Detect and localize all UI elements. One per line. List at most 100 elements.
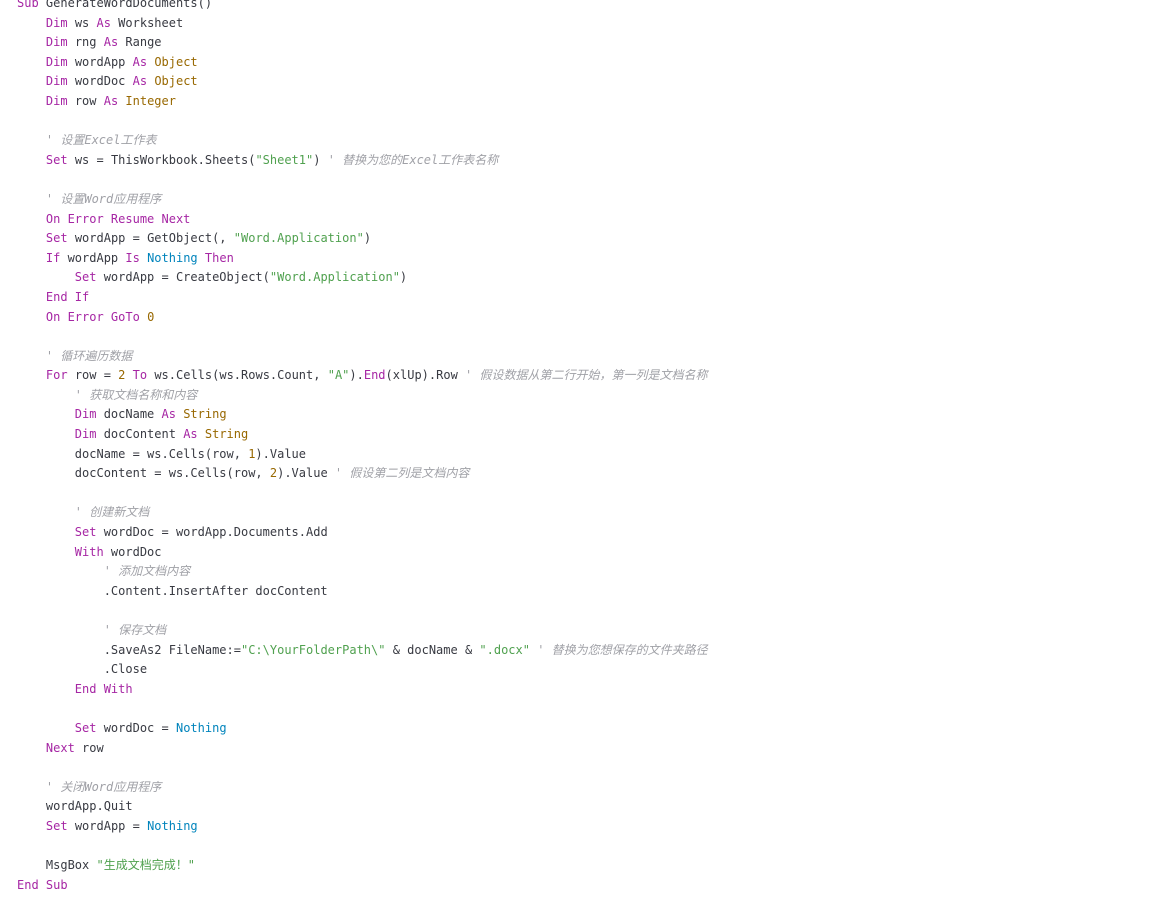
code-line: ' 添加文档内容 — [17, 562, 1166, 582]
code-token-keyword: Set — [45, 818, 68, 833]
code-line: Dim docContent As String — [17, 425, 1166, 445]
code-line: ​ — [17, 170, 1166, 190]
code-token-plain: GenerateWordDocuments() — [38, 0, 213, 10]
code-token-string: "C:\YourFolderPath\" — [240, 642, 386, 657]
code-line: .Content.InsertAfter docContent — [17, 582, 1166, 602]
code-line: If wordApp Is Nothing Then — [17, 249, 1166, 269]
code-line: For row = 2 To ws.Cells(ws.Rows.Count, "… — [17, 366, 1166, 386]
code-line: End With — [17, 680, 1166, 700]
code-token-string: "A" — [327, 368, 350, 383]
code-token-plain: row — [74, 740, 104, 755]
code-token-keyword: As — [103, 35, 119, 50]
code-token-plain: Worksheet — [110, 15, 184, 30]
code-line: Dim ws As Worksheet — [17, 14, 1166, 34]
code-token-comment: ' 循环遍历数据 — [45, 348, 133, 363]
code-token-type: Object — [154, 74, 198, 89]
code-token-plain: ws — [67, 15, 97, 30]
code-token-comment: ' 替换为您想保存的文件夹路径 — [537, 642, 708, 657]
code-token-keyword: Set — [74, 270, 97, 285]
code-token-comment: ' 保存文档 — [103, 623, 167, 637]
code-line: docName = ws.Cells(row, 1).Value — [17, 445, 1166, 465]
code-line: ' 设置Excel工作表 — [17, 131, 1166, 151]
code-token-comment: ' 获取文档名称和内容 — [74, 387, 198, 402]
code-token-keyword: On Error Resume Next — [45, 211, 191, 226]
code-token-string: "Sheet1" — [255, 152, 314, 167]
code-token-plain: ). — [349, 368, 364, 383]
code-token-keyword: Set — [45, 152, 68, 167]
code-token-keyword: Dim — [45, 15, 68, 30]
code-token-number: 0 — [147, 309, 155, 324]
code-token-string: "Word.Application" — [269, 270, 400, 285]
code-line: Set wordDoc = Nothing — [17, 719, 1166, 739]
code-line: End If — [17, 288, 1166, 308]
code-token-keyword: Is — [125, 250, 140, 265]
code-token-keyword: For — [45, 368, 68, 383]
code-line: ​ — [17, 601, 1166, 621]
code-line: With wordDoc — [17, 543, 1166, 563]
code-token-plain: docName = ws.Cells(row, — [17, 446, 249, 461]
code-token-plain: .Content.InsertAfter docContent — [17, 583, 328, 598]
code-token-plain: wordApp — [60, 250, 126, 265]
code-line: wordApp.Quit — [17, 797, 1166, 817]
code-token-literal: Nothing — [175, 720, 227, 735]
code-token-string: "Word.Application" — [233, 231, 364, 246]
code-token-keyword: As — [183, 427, 198, 442]
code-token-type: Object — [154, 54, 198, 69]
code-line: MsgBox "生成文档完成！" — [17, 856, 1166, 876]
code-token-keyword: As — [132, 74, 148, 89]
code-line: On Error GoTo 0 — [17, 308, 1166, 328]
code-line: ' 关闭Word应用程序 — [17, 778, 1166, 798]
code-line: Dim row As Integer — [17, 92, 1166, 112]
code-token-plain: wordApp — [67, 54, 133, 69]
code-token-string: "生成文档完成！" — [96, 858, 195, 873]
code-token-comment: ' 替换为您的Excel工作表名称 — [327, 152, 499, 167]
code-token-plain: (xlUp).Row — [385, 368, 466, 383]
code-line: Set wordApp = CreateObject("Word.Applica… — [17, 268, 1166, 288]
code-line: Set wordApp = Nothing — [17, 817, 1166, 837]
code-token-keyword: To — [132, 368, 148, 383]
code-token-plain: ) — [363, 231, 372, 246]
code-token-literal: Nothing — [147, 818, 198, 833]
code-token-type: String — [183, 407, 227, 422]
code-token-keyword: As — [103, 93, 119, 108]
code-line: Next row — [17, 739, 1166, 759]
code-line: Dim wordApp As Object — [17, 53, 1166, 73]
code-line: Dim rng As Range — [17, 33, 1166, 53]
code-view: Sub GenerateWordDocuments() Dim ws As Wo… — [0, 0, 1166, 896]
code-line: Sub GenerateWordDocuments() — [17, 0, 1166, 14]
code-token-comment: ' 添加文档内容 — [103, 564, 191, 579]
code-token-type: Integer — [125, 93, 176, 108]
code-token-keyword: Dim — [45, 54, 68, 69]
code-token-keyword: End Sub — [17, 877, 68, 892]
code-line: ​ — [17, 112, 1166, 132]
code-line: Set wordApp = GetObject(, "Word.Applicat… — [17, 229, 1166, 249]
code-token-plain: wordDoc = — [96, 720, 176, 735]
code-token-keyword: Dim — [45, 93, 68, 108]
code-token-plain: MsgBox — [17, 858, 97, 873]
code-token-keyword: On Error GoTo — [45, 309, 140, 324]
code-token-plain: docContent — [96, 427, 184, 442]
code-token-plain: row — [67, 93, 104, 108]
code-token-keyword: Dim — [45, 35, 68, 50]
code-token-plain: wordApp = — [67, 818, 148, 833]
code-token-comment: ' 创建新文档 — [74, 505, 150, 520]
